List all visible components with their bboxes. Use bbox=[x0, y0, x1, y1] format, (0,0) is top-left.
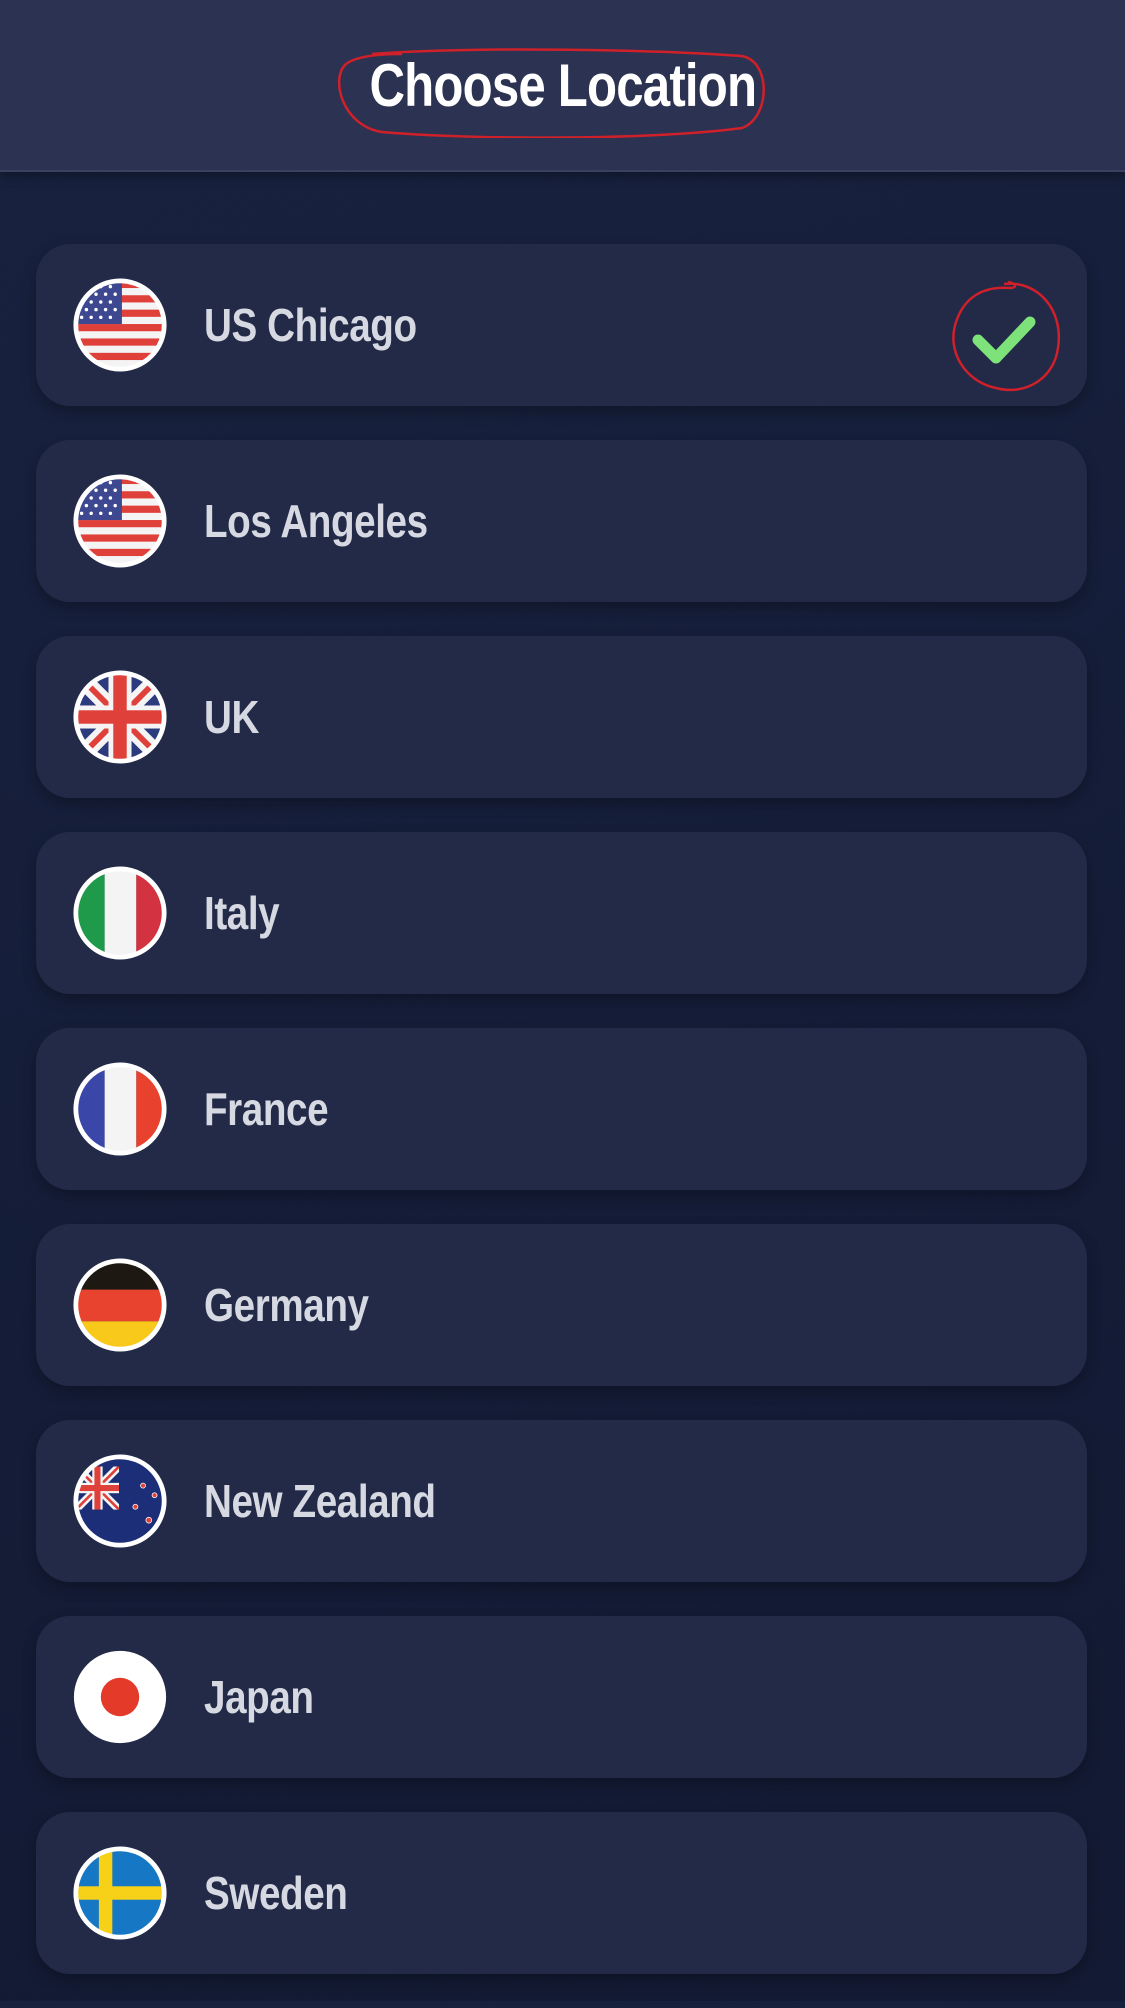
japan-flag-icon bbox=[73, 1650, 167, 1744]
location-item-germany[interactable]: Germany bbox=[36, 1224, 1087, 1386]
france-flag-icon bbox=[73, 1062, 167, 1156]
location-label: UK bbox=[204, 691, 259, 743]
location-item-japan[interactable]: Japan bbox=[36, 1616, 1087, 1778]
italy-flag-icon bbox=[73, 866, 167, 960]
top-bar: Choose Location bbox=[0, 0, 1125, 172]
location-item-los-angeles[interactable]: Los Angeles bbox=[36, 440, 1087, 602]
location-label: Japan bbox=[204, 1671, 314, 1723]
new-zealand-flag-icon bbox=[73, 1454, 167, 1548]
location-item-france[interactable]: France bbox=[36, 1028, 1087, 1190]
location-item-sweden[interactable]: Sweden bbox=[36, 1812, 1087, 1974]
location-label: Italy bbox=[204, 887, 280, 939]
location-item-uk[interactable]: UK bbox=[36, 636, 1087, 798]
us-flag-icon bbox=[73, 474, 167, 568]
location-item-new-zealand[interactable]: New Zealand bbox=[36, 1420, 1087, 1582]
location-item-us-chicago[interactable]: US Chicago bbox=[36, 244, 1087, 406]
location-label: Los Angeles bbox=[204, 495, 428, 547]
location-label: Sweden bbox=[204, 1867, 348, 1919]
sweden-flag-icon bbox=[73, 1846, 167, 1940]
germany-flag-icon bbox=[73, 1258, 167, 1352]
location-label: France bbox=[204, 1083, 329, 1135]
checkmark-icon bbox=[952, 280, 1061, 392]
location-item-italy[interactable]: Italy bbox=[36, 832, 1087, 994]
location-label: Germany bbox=[204, 1279, 369, 1331]
location-label: New Zealand bbox=[204, 1475, 436, 1527]
page-title: Choose Location bbox=[369, 51, 757, 119]
location-label: US Chicago bbox=[204, 299, 417, 351]
location-list: US Chicago Los Angeles UK Italy France G… bbox=[36, 244, 1087, 2008]
us-flag-icon bbox=[73, 278, 167, 372]
uk-flag-icon bbox=[73, 670, 167, 764]
